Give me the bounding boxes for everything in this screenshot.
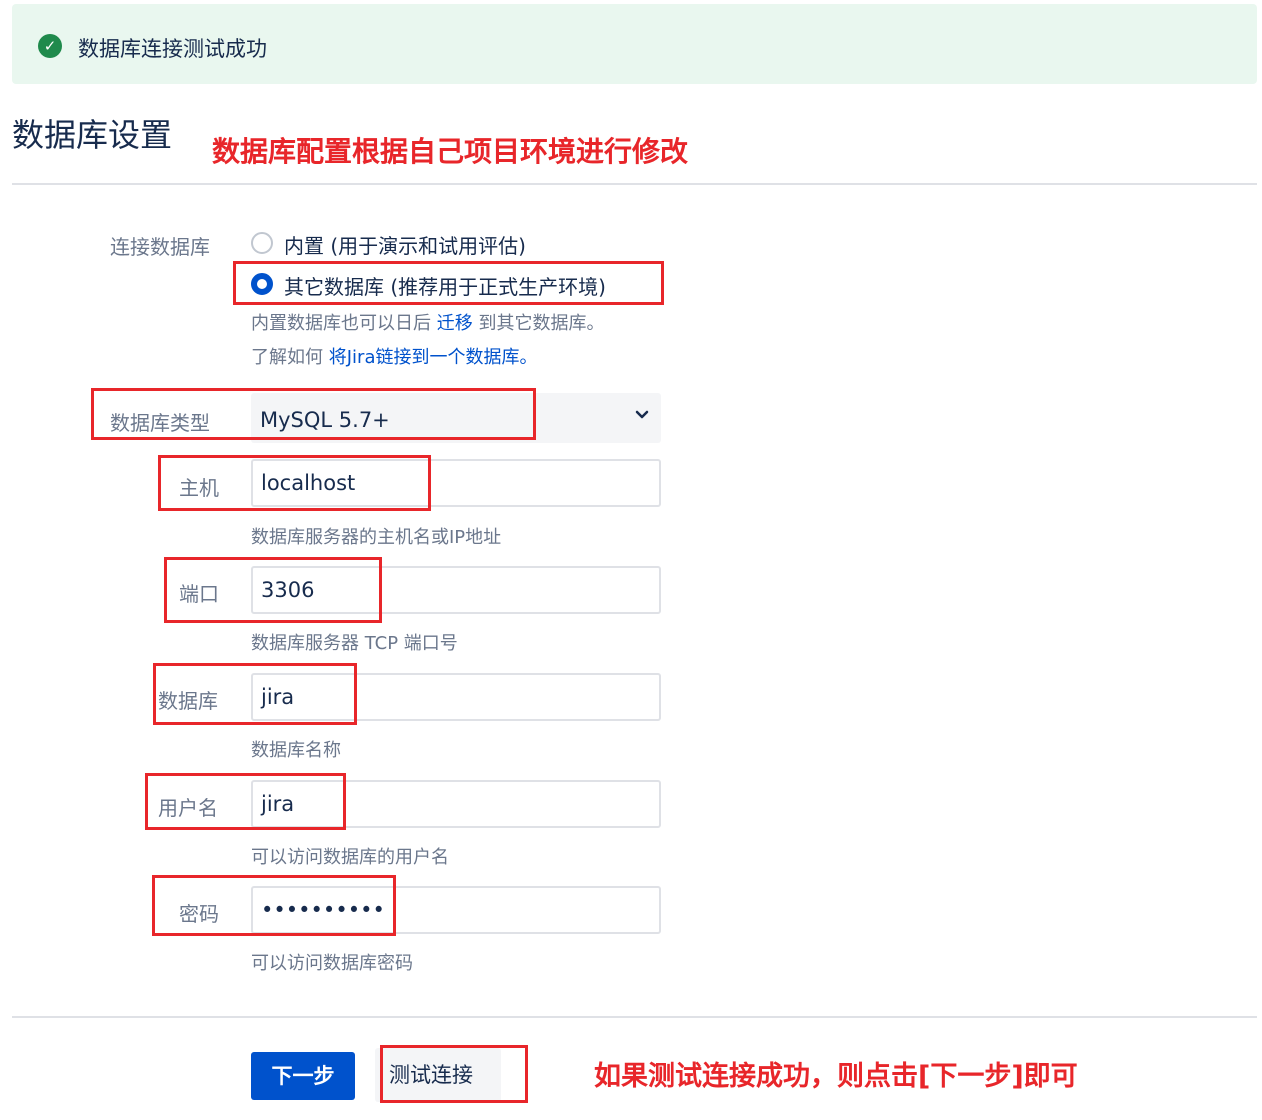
annotation-bottom: 如果测试连接成功，则点击[下一步]即可 xyxy=(594,1061,1078,1092)
port-label: 端口 xyxy=(179,582,219,606)
chevron-down-icon[interactable] xyxy=(632,405,652,425)
username-label: 用户名 xyxy=(158,796,218,820)
connection-label: 连接数据库 xyxy=(110,235,210,259)
database-label: 数据库 xyxy=(158,689,218,713)
username-input[interactable]: jira xyxy=(251,780,661,828)
radio-other-db-label[interactable]: 其它数据库 (推荐用于正式生产环境) xyxy=(284,271,606,300)
host-hint: 数据库服务器的主机名或IP地址 xyxy=(251,527,502,548)
page-title: 数据库设置 xyxy=(12,116,173,154)
migrate-hint: 内置数据库也可以日后 迁移 到其它数据库。 xyxy=(251,309,604,335)
password-label: 密码 xyxy=(179,902,219,926)
annotation-top: 数据库配置根据自己项目环境进行修改 xyxy=(212,135,689,168)
migrate-hint-post: 到其它数据库。 xyxy=(478,313,605,334)
check-circle-icon: ✓ xyxy=(38,34,62,58)
radio-builtin[interactable] xyxy=(251,232,273,254)
radio-other-db[interactable] xyxy=(251,273,273,295)
learn-link[interactable]: 将Jira链接到一个数据库。 xyxy=(329,347,538,368)
db-type-value: MySQL 5.7+ xyxy=(260,408,390,432)
username-hint: 可以访问数据库的用户名 xyxy=(251,847,449,868)
radio-builtin-label[interactable]: 内置 (用于演示和试用评估) xyxy=(284,230,526,259)
next-button[interactable]: 下一步 xyxy=(251,1052,355,1100)
test-connection-button[interactable]: 测试连接 xyxy=(375,1048,501,1102)
database-hint: 数据库名称 xyxy=(251,740,341,761)
host-label: 主机 xyxy=(179,476,219,500)
learn-hint: 了解如何 将Jira链接到一个数据库。 xyxy=(251,343,537,369)
password-input[interactable]: •••••••••• xyxy=(251,886,661,934)
port-hint: 数据库服务器 TCP 端口号 xyxy=(251,633,458,654)
footer-divider xyxy=(12,1016,1257,1018)
host-input[interactable]: localhost xyxy=(251,459,661,507)
migrate-hint-pre: 内置数据库也可以日后 xyxy=(251,313,431,334)
learn-hint-pre: 了解如何 xyxy=(251,347,323,368)
database-input[interactable]: jira xyxy=(251,673,661,721)
header-divider xyxy=(12,183,1257,185)
migrate-link[interactable]: 迁移 xyxy=(437,313,473,334)
banner-message: 数据库连接测试成功 xyxy=(78,37,267,61)
db-type-label: 数据库类型 xyxy=(110,411,210,435)
password-hint: 可以访问数据库密码 xyxy=(251,953,413,974)
port-input[interactable]: 3306 xyxy=(251,566,661,614)
